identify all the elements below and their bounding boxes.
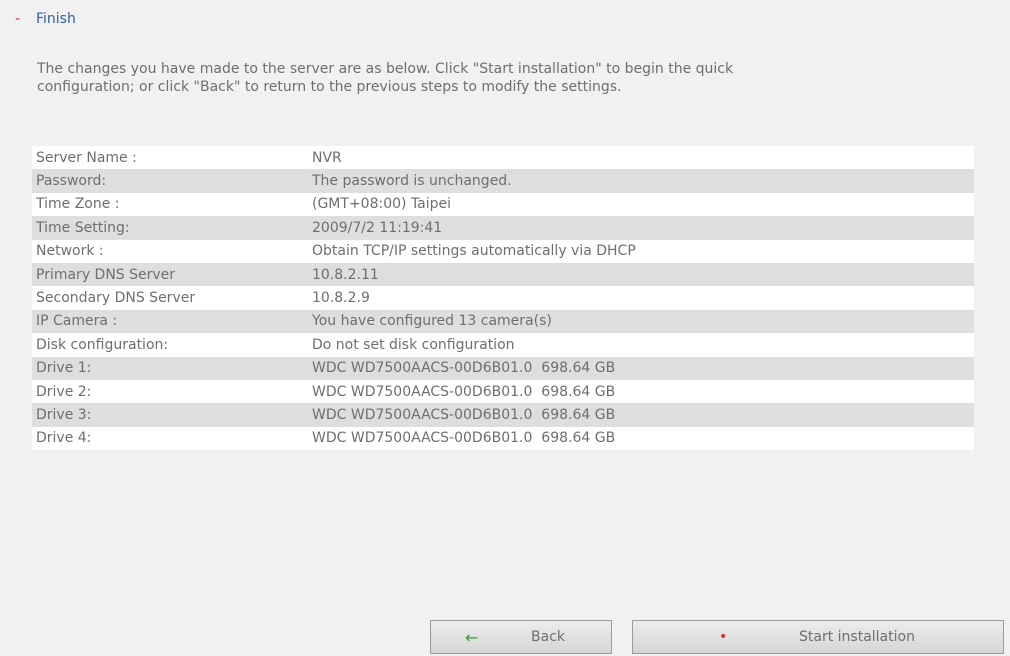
row-label: Server Name : [32, 146, 308, 170]
table-row-primary-dns: Primary DNS Server 10.8.2.11 [32, 262, 974, 287]
table-row-drive-3: Drive 3: WDC WD7500AACS-00D6B01.0 698.64… [32, 403, 974, 427]
row-value: NVR [308, 146, 974, 170]
table-row-network: Network : Obtain TCP/IP settings automat… [32, 239, 974, 263]
start-installation-label: Start installation [799, 629, 915, 645]
left-arrow-icon: ← [465, 627, 479, 647]
row-label: IP Camera : [32, 309, 308, 334]
table-row-disk-configuration: Disk configuration: Do not set disk conf… [32, 333, 974, 357]
table-row-drive-1: Drive 1: WDC WD7500AACS-00D6B01.0 698.64… [32, 356, 974, 380]
row-value: The password is unchanged. [308, 169, 974, 193]
row-label: Drive 3: [32, 403, 308, 427]
intro-line-2: configuration; or click "Back" to return… [37, 79, 622, 95]
table-row-server-name: Server Name : NVR [32, 146, 974, 170]
row-label: Disk configuration: [32, 333, 308, 357]
table-row-time-zone: Time Zone : (GMT+08:00) Taipei [32, 192, 974, 217]
back-button[interactable]: ← Back [430, 620, 612, 654]
row-label: Time Zone : [32, 192, 308, 217]
row-value: 10.8.2.11 [308, 262, 974, 287]
table-row-ip-camera: IP Camera : You have configured 13 camer… [32, 309, 974, 334]
row-value: WDC WD7500AACS-00D6B01.0 698.64 GB [308, 356, 974, 380]
row-value: You have configured 13 camera(s) [308, 309, 974, 334]
finish-panel: - Finish The changes you have made to th… [0, 0, 1010, 656]
table-row-time-setting: Time Setting: 2009/7/2 11:19:41 [32, 216, 974, 240]
row-value: Do not set disk configuration [308, 333, 974, 357]
section-title: Finish [36, 11, 76, 27]
intro-text: The changes you have made to the server … [37, 60, 937, 96]
dot-icon: • [719, 629, 728, 645]
section-header[interactable]: - Finish [0, 8, 76, 30]
table-row-password: Password: The password is unchanged. [32, 169, 974, 193]
row-label: Secondary DNS Server [32, 286, 308, 310]
collapse-icon[interactable]: - [0, 11, 20, 27]
row-value: Obtain TCP/IP settings automatically via… [308, 239, 974, 263]
start-installation-button[interactable]: • Start installation [632, 620, 1004, 654]
row-label: Password: [32, 169, 308, 193]
row-label: Time Setting: [32, 216, 308, 240]
table-row-drive-4: Drive 4: WDC WD7500AACS-00D6B01.0 698.64… [32, 426, 974, 451]
row-label: Network : [32, 239, 308, 263]
row-value: WDC WD7500AACS-00D6B01.0 698.64 GB [308, 426, 974, 451]
row-label: Primary DNS Server [32, 262, 308, 287]
row-label: Drive 1: [32, 356, 308, 380]
row-value: 2009/7/2 11:19:41 [308, 216, 974, 240]
back-button-label: Back [531, 629, 565, 645]
table-row-secondary-dns: Secondary DNS Server 10.8.2.9 [32, 286, 974, 310]
row-label: Drive 2: [32, 379, 308, 404]
row-value: 10.8.2.9 [308, 286, 974, 310]
intro-line-1: The changes you have made to the server … [37, 61, 734, 77]
row-label: Drive 4: [32, 426, 308, 451]
table-row-drive-2: Drive 2: WDC WD7500AACS-00D6B01.0 698.64… [32, 379, 974, 404]
row-value: (GMT+08:00) Taipei [308, 192, 974, 217]
row-value: WDC WD7500AACS-00D6B01.0 698.64 GB [308, 403, 974, 427]
row-value: WDC WD7500AACS-00D6B01.0 698.64 GB [308, 379, 974, 404]
settings-summary-table: Server Name : NVR Password: The password… [32, 146, 974, 451]
